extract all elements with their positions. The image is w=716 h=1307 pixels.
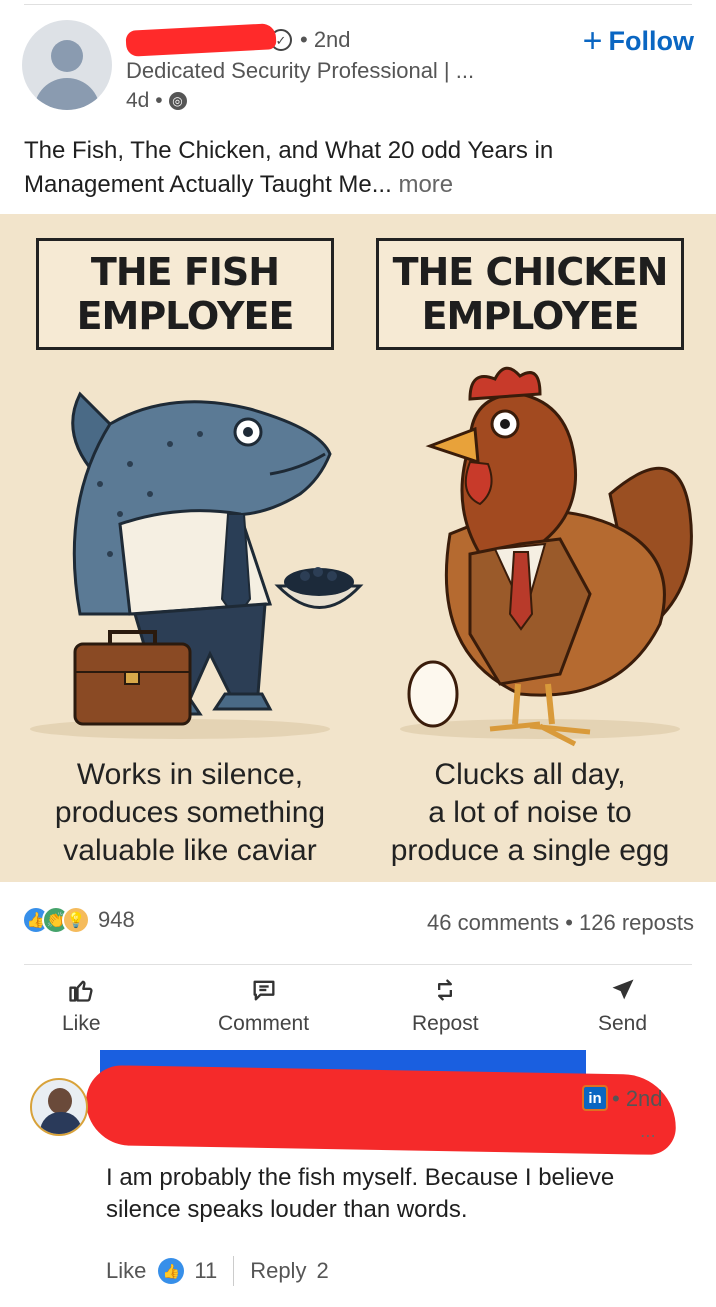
chicken-caption-line3: produce a single egg	[390, 834, 670, 867]
post-text[interactable]: The Fish, The Chicken, and What 20 odd Y…	[24, 134, 694, 202]
comment-like-count[interactable]: 11	[194, 1258, 217, 1284]
send-button[interactable]: Send	[598, 976, 647, 1036]
post-age: 4d •	[126, 89, 163, 112]
chicken-caption-line1: Clucks all day,	[434, 758, 626, 791]
follow-button[interactable]: + Follow	[583, 24, 694, 58]
comment-reply-count[interactable]: 2	[316, 1258, 328, 1284]
repost-label: Repost	[412, 1012, 479, 1035]
author-name-row[interactable]: ✓ • 2nd	[125, 23, 351, 57]
follow-label: Follow	[608, 25, 694, 56]
like-button[interactable]: Like	[62, 976, 101, 1036]
post-meta: 4d • ◎	[126, 89, 187, 113]
plus-icon: +	[582, 22, 603, 60]
actions-divider	[24, 964, 692, 965]
send-label: Send	[598, 1012, 648, 1035]
action-bar: Like Comment Repost Send	[0, 976, 716, 1042]
fish-caption: Works in silence, produces something val…	[30, 756, 350, 870]
fish-figure	[71, 391, 364, 726]
repost-button[interactable]: Repost	[412, 976, 479, 1036]
linkedin-badge-icon: in	[582, 1085, 608, 1111]
comment-icon	[253, 980, 275, 1001]
top-divider	[24, 4, 692, 5]
fish-caption-line2: produces something	[54, 796, 326, 829]
author-avatar[interactable]	[22, 20, 112, 110]
insightful-reaction-icon: 💡	[62, 906, 90, 934]
commenter-avatar[interactable]	[30, 1078, 88, 1136]
comments-reposts-stats[interactable]: 46 comments • 126 reposts	[427, 910, 694, 936]
comment-label: Comment	[218, 1012, 310, 1035]
author-name-redaction	[125, 23, 277, 57]
comment-actions: Like 👍 11 Reply 2	[106, 1256, 329, 1286]
send-icon	[612, 979, 634, 1000]
connection-degree: • 2nd	[300, 27, 351, 52]
comment-like-reaction-icon: 👍	[158, 1258, 185, 1284]
repost-icon	[438, 979, 453, 1001]
comment-text: I am probably the fish myself. Because I…	[106, 1164, 615, 1223]
reactions-summary[interactable]: 👍 👏 💡 948	[22, 906, 135, 934]
fish-title-line2: EMPLOYEE	[76, 294, 295, 338]
chicken-caption: Clucks all day, a lot of noise to produc…	[360, 756, 700, 870]
author-headline: Dedicated Security Professional | ...	[126, 58, 475, 83]
comment-reply-button[interactable]: Reply	[250, 1258, 306, 1284]
fish-caption-line3: valuable like caviar	[63, 834, 317, 867]
comment-like-button[interactable]: Like	[106, 1258, 146, 1284]
fish-chicken-illustration	[30, 366, 693, 747]
reaction-count: 948	[98, 907, 135, 932]
globe-icon: ◎	[168, 92, 187, 110]
post-image[interactable]: THE FISH EMPLOYEE THE CHICKEN EMPLOYEE W…	[0, 214, 716, 882]
commenter-degree: • 2nd	[612, 1086, 663, 1111]
comment-button[interactable]: Comment	[218, 976, 309, 1036]
more-options-icon[interactable]: ⋯	[640, 1126, 656, 1146]
chicken-title-box: THE CHICKEN EMPLOYEE	[376, 238, 684, 350]
chicken-figure	[407, 366, 693, 747]
like-label: Like	[62, 1012, 101, 1035]
chicken-title-line2: EMPLOYEE	[421, 294, 640, 338]
comment-actions-separator	[233, 1256, 235, 1286]
thumbs-up-icon	[69, 980, 93, 1002]
fish-title-box: THE FISH EMPLOYEE	[36, 238, 334, 350]
chicken-caption-line2: a lot of noise to	[428, 796, 632, 829]
chicken-title-line1: THE CHICKEN	[392, 250, 669, 294]
fish-title-line1: THE FISH	[90, 250, 280, 294]
fish-caption-line1: Works in silence,	[76, 758, 304, 791]
see-more-link[interactable]: more	[392, 171, 453, 198]
commenter-name-redaction-red	[85, 1064, 677, 1156]
post-body: The Fish, The Chicken, and What 20 odd Y…	[24, 137, 554, 198]
